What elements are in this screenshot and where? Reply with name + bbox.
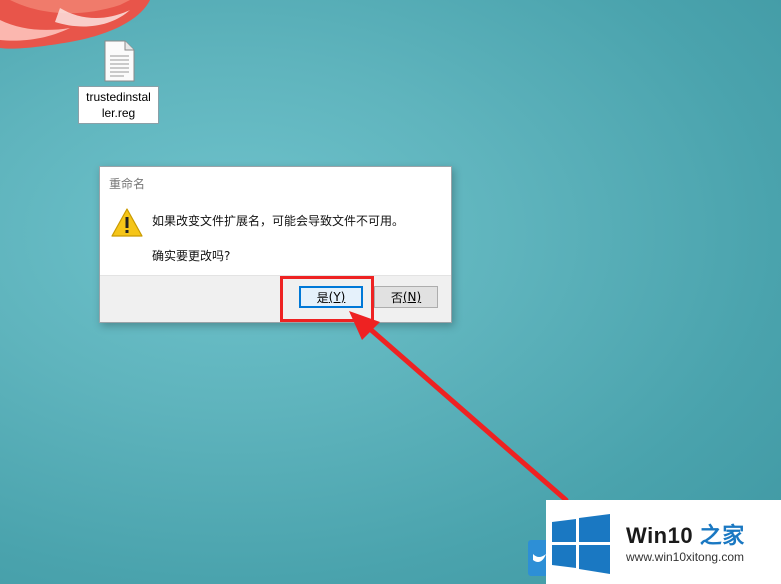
dialog-title: 重命名 [109, 177, 146, 191]
watermark-title-brand: 之家 [693, 523, 745, 548]
no-button-accel: (N) [402, 290, 422, 304]
rename-dialog: 重命名 如果改变文件扩展名，可能会导致文件不可用。 确实要更改吗? 是 (Y) 否… [99, 166, 452, 323]
file-name-label[interactable]: trustedinstal ler.reg [78, 86, 159, 124]
dialog-button-bar: 是 (Y) 否 (N) [100, 275, 451, 322]
file-name-line1: trustedinstal [86, 90, 151, 104]
yes-button-label: 是 [316, 290, 329, 305]
document-icon [102, 40, 136, 82]
dialog-confirm-text: 确实要更改吗? [152, 249, 231, 263]
warning-icon [111, 208, 143, 237]
watermark-url: www.win10xitong.com [626, 550, 745, 564]
file-name-line2: ler.reg [101, 106, 136, 120]
yes-button[interactable]: 是 (Y) [299, 286, 363, 308]
no-button[interactable]: 否 (N) [374, 286, 438, 308]
windows-logo-icon [552, 514, 610, 574]
watermark-title: Win10 之家 [626, 518, 745, 550]
watermark: Win10 之家 www.win10xitong.com [546, 500, 781, 584]
dialog-message: 如果改变文件扩展名，可能会导致文件不可用。 [152, 214, 405, 228]
yes-button-accel: (Y) [328, 290, 346, 304]
watermark-title-win10: Win10 [626, 523, 694, 548]
desktop-file-item[interactable]: trustedinstal ler.reg [78, 40, 159, 124]
no-button-label: 否 [390, 290, 403, 305]
